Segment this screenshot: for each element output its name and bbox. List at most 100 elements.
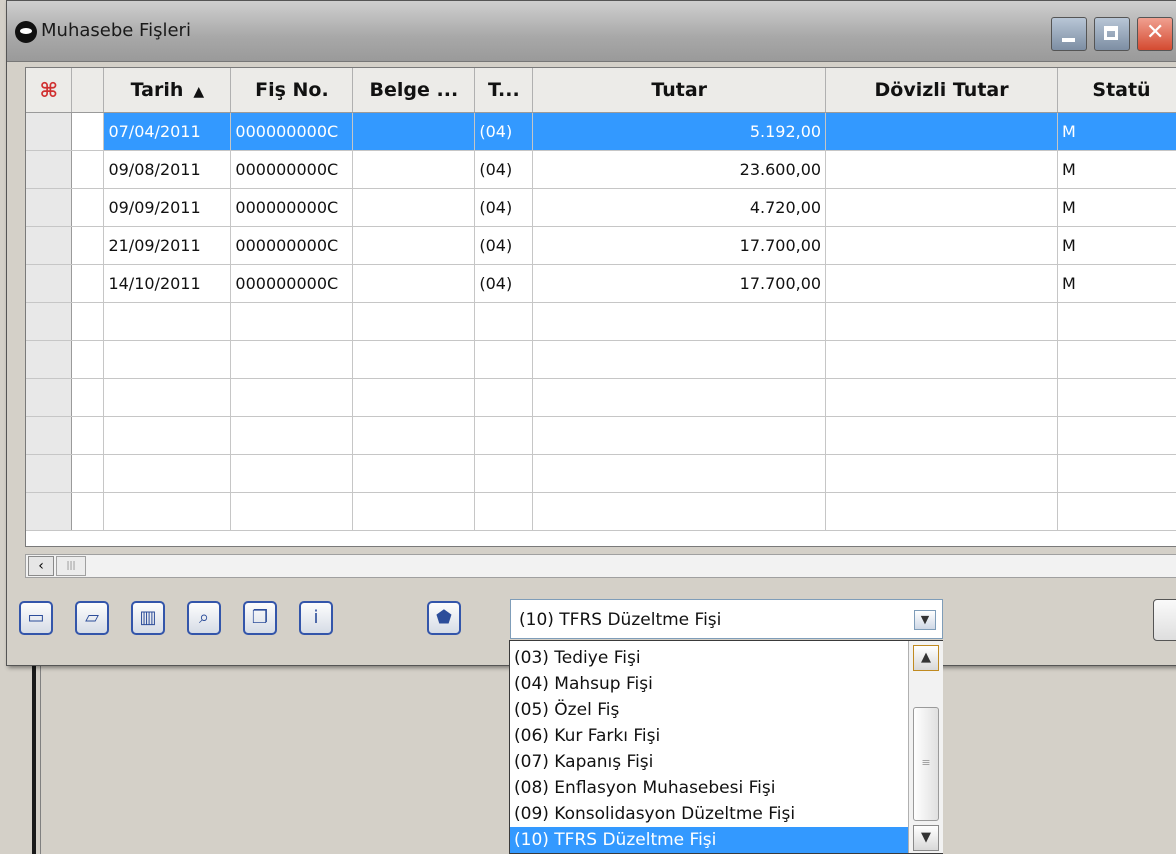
column-header-tutar[interactable]: Tutar xyxy=(532,68,827,113)
cell-tutar[interactable]: 5.192,00 xyxy=(532,112,827,151)
cell-tarih[interactable]: 07/04/2011 xyxy=(103,112,232,151)
empty-cell[interactable] xyxy=(825,492,1058,531)
empty-cell[interactable] xyxy=(474,454,534,493)
row-indicator[interactable] xyxy=(26,188,73,227)
empty-cell[interactable] xyxy=(474,340,534,379)
column-header-tur[interactable]: T... xyxy=(474,68,534,113)
row-indicator[interactable] xyxy=(26,226,73,265)
empty-table-row[interactable] xyxy=(26,454,1176,493)
dropdown-option[interactable]: (07) Kapanış Fişi xyxy=(510,749,908,775)
empty-cell[interactable] xyxy=(532,302,827,341)
cell-tutar[interactable]: 17.700,00 xyxy=(532,226,827,265)
table-row[interactable]: 21/09/2011 000000000C (04) 17.700,00 M xyxy=(26,226,1176,265)
dropdown-vertical-scrollbar[interactable]: ▲ ≡ ▼ xyxy=(908,641,943,853)
empty-cell[interactable] xyxy=(1057,302,1176,341)
row-indicator[interactable] xyxy=(26,150,73,189)
horizontal-scroll-thumb[interactable]: ||| xyxy=(56,556,86,576)
cell-fis-no[interactable]: 000000000C xyxy=(230,150,354,189)
cell-tarih[interactable]: 09/09/2011 xyxy=(103,188,232,227)
cell-tarih[interactable]: 21/09/2011 xyxy=(103,226,232,265)
delete-button[interactable]: ▥ xyxy=(131,601,165,635)
empty-cell[interactable] xyxy=(474,302,534,341)
close-button[interactable] xyxy=(1137,17,1173,51)
empty-cell[interactable] xyxy=(352,492,476,531)
scroll-left-arrow-icon[interactable]: ‹ xyxy=(28,556,54,576)
select-all-corner[interactable]: ⌘ xyxy=(26,68,73,113)
cell-fis-no[interactable]: 000000000C xyxy=(230,226,354,265)
empty-cell[interactable] xyxy=(825,340,1058,379)
empty-cell[interactable] xyxy=(230,378,354,417)
row-selector[interactable] xyxy=(71,302,105,341)
copy-button[interactable]: ❐ xyxy=(243,601,277,635)
empty-table-row[interactable] xyxy=(26,416,1176,455)
empty-cell[interactable] xyxy=(352,378,476,417)
cell-tutar[interactable]: 4.720,00 xyxy=(532,188,827,227)
column-header-tarih[interactable]: Tarih ▲ xyxy=(103,68,232,113)
cell-dovizli-tutar[interactable] xyxy=(825,188,1058,227)
empty-cell[interactable] xyxy=(825,416,1058,455)
minimize-button[interactable] xyxy=(1051,17,1087,51)
column-header-dovizli-tutar[interactable]: Dövizli Tutar xyxy=(825,68,1058,113)
row-indicator[interactable] xyxy=(26,112,73,151)
row-selector[interactable] xyxy=(71,378,105,417)
empty-cell[interactable] xyxy=(825,454,1058,493)
column-header-fis-no[interactable]: Fiş No. xyxy=(230,68,354,113)
empty-cell[interactable] xyxy=(352,416,476,455)
scroll-up-arrow-icon[interactable]: ▲ xyxy=(913,645,939,671)
empty-cell[interactable] xyxy=(825,378,1058,417)
open-folder-button[interactable]: ▱ xyxy=(75,601,109,635)
empty-cell[interactable] xyxy=(1057,340,1176,379)
dropdown-option[interactable]: (04) Mahsup Fişi xyxy=(510,671,908,697)
row-selector[interactable] xyxy=(71,340,105,379)
title-bar[interactable]: Muhasebe Fişleri xyxy=(7,1,1176,62)
maximize-button[interactable] xyxy=(1094,17,1130,51)
empty-cell[interactable] xyxy=(230,340,354,379)
new-document-button[interactable]: ▭ xyxy=(19,601,53,635)
empty-cell[interactable] xyxy=(474,378,534,417)
row-indicator[interactable] xyxy=(26,454,73,493)
preview-button[interactable]: ⌕ xyxy=(187,601,221,635)
row-indicator[interactable] xyxy=(26,492,73,531)
empty-cell[interactable] xyxy=(230,302,354,341)
dropdown-option[interactable]: (06) Kur Farkı Fişi xyxy=(510,723,908,749)
empty-cell[interactable] xyxy=(352,454,476,493)
cell-fis-no[interactable]: 000000000C xyxy=(230,112,354,151)
empty-cell[interactable] xyxy=(103,340,232,379)
empty-cell[interactable] xyxy=(532,378,827,417)
empty-cell[interactable] xyxy=(103,416,232,455)
table-row[interactable]: 07/04/2011 000000000C (04) 5.192,00 M xyxy=(26,112,1176,151)
row-selector[interactable] xyxy=(71,226,105,265)
cell-statu[interactable]: M xyxy=(1057,188,1176,227)
cell-tutar[interactable]: 17.700,00 xyxy=(532,264,827,303)
empty-cell[interactable] xyxy=(230,416,354,455)
empty-cell[interactable] xyxy=(532,416,827,455)
row-indicator[interactable] xyxy=(26,416,73,455)
row-selector[interactable] xyxy=(71,150,105,189)
row-selector[interactable] xyxy=(71,416,105,455)
cell-dovizli-tutar[interactable] xyxy=(825,112,1058,151)
row-indicator[interactable] xyxy=(26,340,73,379)
dropdown-option[interactable]: (10) TFRS Düzeltme Fişi xyxy=(510,827,908,853)
cell-fis-no[interactable]: 000000000C xyxy=(230,188,354,227)
cell-tarih[interactable]: 09/08/2011 xyxy=(103,150,232,189)
dropdown-option[interactable]: (03) Tediye Fişi xyxy=(510,645,908,671)
chevron-down-icon[interactable]: ▼ xyxy=(914,610,936,630)
dropdown-scroll-thumb[interactable]: ≡ xyxy=(913,707,939,821)
row-selector[interactable] xyxy=(71,264,105,303)
table-row[interactable]: 14/10/2011 000000000C (04) 17.700,00 M xyxy=(26,264,1176,303)
fis-type-dropdown-list[interactable]: (03) Tediye Fişi (04) Mahsup Fişi (05) Öze… xyxy=(509,640,943,854)
row-indicator[interactable] xyxy=(26,264,73,303)
empty-cell[interactable] xyxy=(1057,492,1176,531)
row-selector[interactable] xyxy=(71,492,105,531)
empty-cell[interactable] xyxy=(103,378,232,417)
row-indicator[interactable] xyxy=(26,302,73,341)
cell-dovizli-tutar[interactable] xyxy=(825,264,1058,303)
empty-table-row[interactable] xyxy=(26,302,1176,341)
empty-cell[interactable] xyxy=(230,492,354,531)
cell-statu[interactable]: M xyxy=(1057,112,1176,151)
empty-cell[interactable] xyxy=(352,340,476,379)
cell-belge[interactable] xyxy=(352,264,476,303)
dropdown-option[interactable]: (08) Enflasyon Muhasebesi Fişi xyxy=(510,775,908,801)
row-selector[interactable] xyxy=(71,454,105,493)
cell-dovizli-tutar[interactable] xyxy=(825,150,1058,189)
